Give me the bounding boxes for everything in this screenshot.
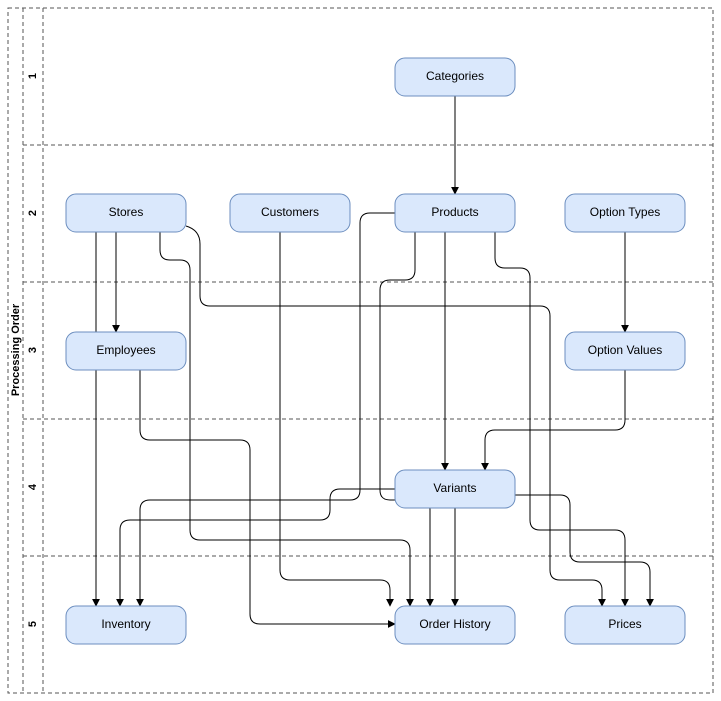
lane-label-1: 1 xyxy=(27,73,39,79)
node-categories: Categories xyxy=(395,58,515,96)
node-employees: Employees xyxy=(66,332,186,370)
node-option-values: Option Values xyxy=(565,332,685,370)
edge-employees-orderhistory xyxy=(140,370,395,624)
lane-label-2: 2 xyxy=(27,210,39,216)
edge-variants-inventory xyxy=(120,489,395,606)
node-label: Categories xyxy=(426,69,484,83)
node-label: Prices xyxy=(608,617,641,631)
node-label: Option Types xyxy=(590,205,661,219)
axis-title: Processing Order xyxy=(10,303,22,396)
node-prices: Prices xyxy=(565,606,685,644)
edge-variants-prices xyxy=(515,495,650,606)
node-label: Inventory xyxy=(101,617,150,631)
node-label: Variants xyxy=(433,481,476,495)
node-variants: Variants xyxy=(395,470,515,508)
node-label: Customers xyxy=(261,205,319,219)
node-label: Employees xyxy=(96,343,155,357)
node-option-types: Option Types xyxy=(565,194,685,232)
node-inventory: Inventory xyxy=(66,606,186,644)
edge-stores-prices xyxy=(186,226,602,606)
lane-label-5: 5 xyxy=(27,621,39,627)
node-order-history: Order History xyxy=(395,606,515,644)
node-label: Option Values xyxy=(588,343,663,357)
node-customers: Customers xyxy=(230,194,350,232)
edge-optionvalues-variants xyxy=(485,370,625,470)
node-products: Products xyxy=(395,194,515,232)
node-label: Order History xyxy=(419,617,490,631)
node-stores: Stores xyxy=(66,194,186,232)
lane-label-3: 3 xyxy=(27,347,39,353)
processing-order-diagram: Processing Order 1 2 3 4 5 xyxy=(0,0,721,701)
lane-label-4: 4 xyxy=(27,483,39,490)
edge-products-inventory xyxy=(140,213,395,606)
node-label: Products xyxy=(431,205,478,219)
node-label: Stores xyxy=(109,205,144,219)
